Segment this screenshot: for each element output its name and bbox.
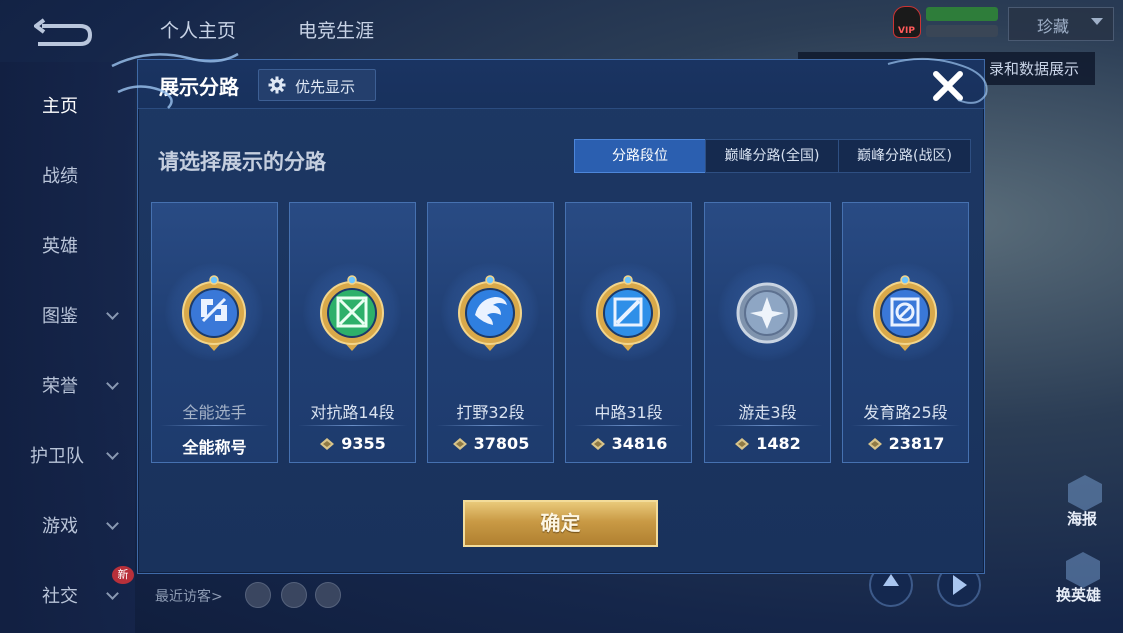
switch-hero-icon[interactable]: [1066, 552, 1100, 588]
card-divider: [851, 425, 960, 426]
dropdown-value: 珍藏: [1037, 17, 1070, 36]
poster-label[interactable]: 海报: [1067, 508, 1097, 529]
vip-label: VIP: [898, 26, 915, 36]
lane-score: 34816: [566, 434, 691, 453]
lane-jungle-emblem-icon: [453, 275, 527, 363]
cloud-ornament-icon: [111, 52, 239, 109]
tab-esports-career[interactable]: 电竞生涯: [298, 16, 374, 43]
card-divider: [298, 425, 407, 426]
visitor-avatar[interactable]: [245, 582, 271, 608]
card-divider: [436, 425, 545, 426]
tab-peak-lane-national[interactable]: 巅峰分路(全国): [705, 139, 839, 173]
lane-score-value: 37805: [473, 434, 530, 453]
lane-farm-emblem-icon: [868, 275, 942, 363]
chevron-down-icon: [106, 377, 119, 390]
sidebar-item-label: 图鉴: [42, 306, 78, 327]
visitor-avatar[interactable]: [315, 582, 341, 608]
lane-score: 全能称号: [152, 434, 277, 458]
chevron-down-icon: [106, 307, 119, 320]
sidebar-item[interactable]: 图鉴: [0, 294, 135, 334]
chevron-down-icon: [1091, 18, 1103, 25]
chevron-down-icon: [106, 587, 119, 600]
recent-visitors-link[interactable]: 最近访客>: [155, 586, 223, 606]
lane-name: 全能选手: [182, 403, 247, 422]
sidebar-item-label: 英雄: [42, 236, 78, 257]
sidebar-item-label: 主页: [42, 96, 78, 117]
gear-icon: [268, 76, 286, 94]
lane-score-value: 9355: [341, 434, 386, 453]
status-chip-secondary: [926, 25, 998, 37]
diamond-icon: [319, 435, 335, 450]
card-divider: [713, 425, 822, 426]
sidebar-item-label: 战绩: [42, 166, 78, 187]
lane-clash-emblem-icon: [315, 275, 389, 363]
tab-peak-lane-region[interactable]: 巅峰分路(战区): [838, 139, 971, 173]
new-badge: 新: [112, 566, 134, 584]
lane-score-value: 34816: [611, 434, 668, 453]
diamond-icon: [590, 435, 606, 450]
priority-display-button[interactable]: 优先显示: [258, 69, 376, 101]
sidebar-item-label: 荣誉: [42, 376, 78, 397]
lane-roam-emblem-icon: [730, 275, 804, 363]
lane-card[interactable]: 游走3段 1482: [704, 202, 831, 463]
sidebar-item[interactable]: 英雄: [0, 224, 135, 264]
back-arrow-icon[interactable]: [34, 18, 94, 48]
lane-score: 9355: [290, 434, 415, 453]
lane-score: 23817: [843, 434, 968, 453]
lane-name: 游走3段: [738, 403, 797, 422]
dialog-header: 展示分路 优先显示: [138, 60, 984, 109]
lane-display-dialog: 展示分路 优先显示 请选择展示的分路 分路段位 巅峰分路(全国) 巅峰分路(战区…: [111, 52, 988, 574]
priority-display-label: 优先显示: [295, 78, 356, 96]
collection-dropdown[interactable]: 珍藏: [1008, 7, 1114, 41]
lane-name: 发育路25段: [863, 403, 948, 422]
lane-card[interactable]: 中路31段 34816: [565, 202, 692, 463]
sidebar-item[interactable]: 荣誉: [0, 364, 135, 404]
lane-name: 对抗路14段: [310, 403, 395, 422]
lane-score-value: 23817: [888, 434, 945, 453]
confirm-button[interactable]: 确定: [463, 500, 658, 547]
sidebar-item-label: 护卫队: [30, 446, 84, 467]
sidebar-item-label: 游戏: [42, 516, 78, 537]
tab-profile[interactable]: 个人主页: [160, 16, 236, 43]
lane-score-value: 全能称号: [182, 438, 247, 457]
visitor-avatar[interactable]: [281, 582, 307, 608]
poster-icon[interactable]: [1068, 475, 1102, 511]
diamond-icon: [734, 435, 750, 450]
cloud-ornament-icon: [887, 57, 988, 104]
section-title: 请选择展示的分路: [158, 150, 326, 174]
sidebar-item[interactable]: 游戏: [0, 504, 135, 544]
data-display-text: 录和数据展示: [988, 60, 1079, 78]
diamond-icon: [452, 435, 468, 450]
lane-card[interactable]: 全能选手 全能称号: [151, 202, 278, 463]
lane-card[interactable]: 对抗路14段 9355: [289, 202, 416, 463]
sidebar: 主页战绩英雄图鉴荣誉护卫队游戏社交: [0, 62, 135, 633]
lane-score-value: 1482: [756, 434, 801, 453]
diamond-icon: [867, 435, 883, 450]
lane-card[interactable]: 打野32段 37805: [427, 202, 554, 463]
lane-score: 1482: [705, 434, 830, 453]
lane-mid-emblem-icon: [591, 275, 665, 363]
lane-name: 打野32段: [456, 403, 525, 422]
sidebar-item[interactable]: 护卫队: [0, 434, 135, 474]
sidebar-item[interactable]: 战绩: [0, 154, 135, 194]
lane-score: 37805: [428, 434, 553, 453]
card-divider: [574, 425, 683, 426]
switch-hero-label[interactable]: 换英雄: [1056, 584, 1101, 605]
lane-card[interactable]: 发育路25段 23817: [842, 202, 969, 463]
chevron-down-icon: [106, 517, 119, 530]
lane-allround-emblem-icon: [177, 275, 251, 363]
sidebar-item-label: 社交: [42, 586, 78, 607]
card-divider: [160, 425, 269, 426]
tab-lane-rank[interactable]: 分路段位: [574, 139, 706, 173]
chevron-down-icon: [106, 447, 119, 460]
play-icon: [953, 575, 967, 595]
status-chip: [926, 7, 998, 21]
lane-name: 中路31段: [594, 403, 663, 422]
arrow-up-icon: [883, 574, 899, 586]
